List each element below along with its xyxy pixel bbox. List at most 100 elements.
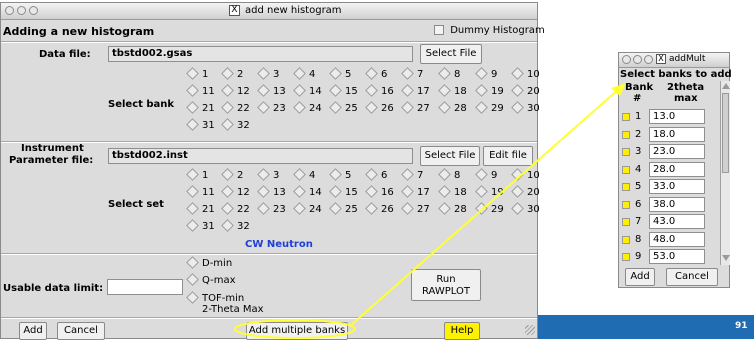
bank-radio-2[interactable]: 2 [221,66,243,81]
minimize-window-icon[interactable] [17,6,26,15]
bank-radio-31[interactable]: 31 [186,117,215,132]
set-radio-19[interactable]: 19 [475,184,504,199]
set-radio-15[interactable]: 15 [329,184,358,199]
set-radio-14[interactable]: 14 [293,184,322,199]
set-radio-22[interactable]: 22 [221,201,250,216]
bank-checkbox[interactable] [622,235,630,244]
theta-max-input[interactable]: 43.0 [649,214,705,229]
zoom-window-icon[interactable] [29,6,38,15]
bank-checkbox[interactable] [622,253,630,261]
bank-radio-24[interactable]: 24 [293,100,322,115]
bank-checkbox[interactable] [622,148,630,156]
theta-max-input[interactable]: 53.0 [649,249,705,264]
bank-radio-8[interactable]: 8 [438,66,460,81]
set-radio-29[interactable]: 29 [475,201,504,216]
set-radio-2[interactable]: 2 [221,167,243,182]
data-file-field[interactable]: tbstd002.gsas [108,46,413,62]
bank-radio-27[interactable]: 27 [401,100,430,115]
set-radio-10[interactable]: 10 [511,167,540,182]
set-radio-12[interactable]: 12 [221,184,250,199]
bank-radio-14[interactable]: 14 [293,83,322,98]
cancel-button[interactable]: Cancel [57,322,105,340]
bank-radio-19[interactable]: 19 [475,83,504,98]
bank-checkbox[interactable] [622,165,630,174]
bank-radio-16[interactable]: 16 [365,83,394,98]
set-radio-25[interactable]: 25 [329,201,358,216]
bank-checkbox[interactable] [622,218,630,226]
scroll-thumb[interactable] [722,93,729,173]
set-radio-8[interactable]: 8 [438,167,460,182]
help-button[interactable]: Help [444,322,480,340]
set-radio-20[interactable]: 20 [511,184,540,199]
set-radio-5[interactable]: 5 [329,167,351,182]
set-radio-23[interactable]: 23 [257,201,286,216]
bank-radio-26[interactable]: 26 [365,100,394,115]
d-min-radio[interactable]: D-min [186,255,232,270]
set-radio-32[interactable]: 32 [221,218,250,233]
scroll-up-icon[interactable] [722,83,730,89]
add-button[interactable]: Add [19,322,47,340]
minimize-window-icon[interactable] [633,55,642,64]
set-radio-6[interactable]: 6 [365,167,387,182]
bank-checkbox[interactable] [622,113,630,121]
set-radio-7[interactable]: 7 [401,167,423,182]
set-radio-24[interactable]: 24 [293,201,322,216]
theta-max-input[interactable]: 38.0 [649,196,705,212]
popup-titlebar[interactable]: X addMult [619,53,729,68]
theta-max-input[interactable]: 18.0 [649,126,705,142]
usable-limit-input[interactable] [107,279,183,295]
bank-radio-15[interactable]: 15 [329,83,358,98]
add-multiple-banks-button[interactable]: Add multiple banks [246,322,348,340]
set-radio-28[interactable]: 28 [438,201,467,216]
bank-radio-25[interactable]: 25 [329,100,358,115]
bank-radio-10[interactable]: 10 [511,66,540,81]
bank-radio-3[interactable]: 3 [257,66,279,81]
bank-radio-13[interactable]: 13 [257,83,286,98]
set-radio-26[interactable]: 26 [365,201,394,216]
bank-radio-9[interactable]: 9 [475,66,497,81]
set-radio-30[interactable]: 30 [511,201,540,216]
bank-radio-17[interactable]: 17 [401,83,430,98]
popup-cancel-button[interactable]: Cancel [666,268,718,286]
set-radio-1[interactable]: 1 [186,167,208,182]
bank-radio-18[interactable]: 18 [438,83,467,98]
bank-radio-11[interactable]: 11 [186,83,215,98]
bank-radio-29[interactable]: 29 [475,100,504,115]
select-instrument-file-button[interactable]: Select File [420,146,480,166]
bank-radio-5[interactable]: 5 [329,66,351,81]
bank-radio-30[interactable]: 30 [511,100,540,115]
bank-checkbox[interactable] [622,130,630,139]
bank-checkbox[interactable] [622,183,630,191]
set-radio-13[interactable]: 13 [257,184,286,199]
bank-radio-4[interactable]: 4 [293,66,315,81]
theta-max-input[interactable]: 13.0 [649,109,705,124]
bank-radio-1[interactable]: 1 [186,66,208,81]
bank-radio-22[interactable]: 22 [221,100,250,115]
dummy-histogram-checkbox[interactable]: Dummy Histogram [434,25,545,36]
theta-max-input[interactable]: 28.0 [649,161,705,177]
edit-file-button[interactable]: Edit file [483,146,533,166]
set-radio-17[interactable]: 17 [401,184,430,199]
bank-radio-6[interactable]: 6 [365,66,387,81]
set-radio-16[interactable]: 16 [365,184,394,199]
theta-max-input[interactable]: 33.0 [649,179,705,194]
scroll-down-icon[interactable] [722,255,730,261]
main-titlebar[interactable]: X add new histogram [1,3,537,20]
run-rawplot-button[interactable]: Run RAWPLOT [411,269,481,301]
resize-grip-icon[interactable] [525,325,535,335]
bank-radio-28[interactable]: 28 [438,100,467,115]
popup-add-button[interactable]: Add [625,268,655,286]
set-radio-4[interactable]: 4 [293,167,315,182]
bank-radio-20[interactable]: 20 [511,83,540,98]
bank-checkbox[interactable] [622,200,630,209]
set-radio-18[interactable]: 18 [438,184,467,199]
set-radio-9[interactable]: 9 [475,167,497,182]
set-radio-31[interactable]: 31 [186,218,215,233]
bank-radio-12[interactable]: 12 [221,83,250,98]
instrument-file-field[interactable]: tbstd002.inst [108,148,413,164]
set-radio-3[interactable]: 3 [257,167,279,182]
close-window-icon[interactable] [5,6,14,15]
set-radio-11[interactable]: 11 [186,184,215,199]
popup-scrollbar[interactable] [720,81,730,265]
close-window-icon[interactable] [622,55,631,64]
